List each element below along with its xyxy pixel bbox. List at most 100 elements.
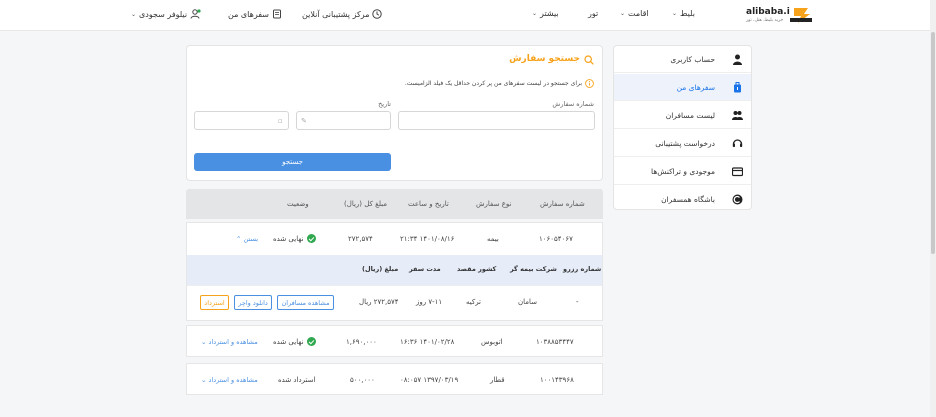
search-icon: [584, 55, 594, 65]
logo-mark-icon: [790, 6, 812, 24]
col-datetime: تاریخ و ساعت: [408, 200, 449, 208]
calendar-icon: ▫: [278, 117, 283, 125]
account-sidebar: حساب کاربری سفرهای من لیست مسافران درخوا…: [613, 45, 752, 210]
nav-ticket-label: بلیط: [680, 9, 695, 18]
order-datetime: ۱۴۰۱/۰۸/۱۶ ۲۱:۳۴: [400, 235, 455, 243]
top-header: alibaba.ir خرید بلیط، هتل، تور بلیط ⌄ اق…: [0, 0, 936, 31]
nav-tour-label: تور: [588, 9, 599, 18]
sidebar-item-account[interactable]: حساب کاربری: [614, 46, 751, 73]
sidebar-item-my-trips[interactable]: سفرهای من: [614, 74, 751, 101]
order-total: ۲۷۲,۵۷۴: [348, 235, 373, 243]
collapse-toggle[interactable]: بستن ⌃: [236, 235, 258, 243]
user-menu[interactable]: نیلوفر سجودی ⌄: [131, 9, 201, 19]
order-status: نهایی شده: [273, 337, 316, 346]
headset-icon: [732, 139, 743, 147]
order-total: ۱,۶۹۰,۰۰۰: [346, 338, 377, 346]
chevron-down-icon: ⌄: [532, 10, 538, 17]
sidebar-item-label: حساب کاربری: [670, 54, 715, 64]
sidebar-item-label: باشگاه همسفران: [661, 195, 715, 204]
order-status-label: نهایی شده: [273, 234, 304, 243]
sidebar-item-label: موجودی و تراکنش‌ها: [651, 166, 715, 176]
detail-amount: ۲۷۲,۵۷۴ ریال: [359, 298, 399, 306]
pencil-icon: ✎: [301, 117, 307, 125]
sidebar-item-passengers[interactable]: لیست مسافران: [614, 102, 751, 129]
detail-insurer: سامان: [518, 298, 538, 306]
search-title: جستجو سفارش: [509, 54, 580, 64]
insurance-detail-row: - سامان ترکیه ۷-۱۱ روز ۲۷۲,۵۷۴ ریال مشاه…: [187, 285, 602, 319]
date-to-input[interactable]: ✎: [296, 111, 391, 130]
sidebar-item-club[interactable]: باشگاه همسفران: [614, 186, 751, 213]
col-country: کشور مقصد: [457, 265, 497, 273]
support-label: مرکز پشتیبانی آنلاین: [302, 9, 370, 19]
order-number: ۱۰۰۱۴۳۹۶۸: [540, 376, 574, 384]
order-status: استرداد شده: [278, 376, 316, 384]
order-datetime: ۱۴۰۱/۰۲/۲۸ ۱۶:۳۶: [400, 338, 455, 346]
support-center-link[interactable]: مرکز پشتیبانی آنلاین: [302, 9, 383, 19]
order-number: ۱۰۳۸۸۵۳۴۴۷: [536, 338, 574, 346]
detail-ref: -: [576, 298, 579, 306]
order-type: قطار: [490, 376, 505, 384]
wallet-icon: [732, 167, 743, 177]
chevron-down-icon: ⌄: [620, 10, 626, 17]
order-number-input[interactable]: [398, 111, 595, 130]
logo-subtitle: خرید بلیط، هتل، تور: [746, 18, 784, 23]
user-name: نیلوفر سجودی: [139, 9, 188, 19]
sidebar-item-label: سفرهای من: [676, 82, 715, 92]
order-number-label: شماره سفارش: [552, 100, 594, 108]
nav-stay-label: اقامت: [628, 9, 649, 18]
orders-table-header: شماره سفارش نوع سفارش تاریخ و ساعت مبلغ …: [186, 189, 603, 219]
my-trips-link[interactable]: سفرهای من: [228, 9, 282, 19]
col-duration: مدت سفر: [409, 265, 441, 273]
col-status: وضعیت: [287, 200, 309, 208]
order-row: ۱۰۰۱۴۳۹۶۸ قطار ۱۳۹۷/۰۳/۱۹ ۰۸:۰۵۷ ۵۰۰,۰۰۰…: [186, 363, 603, 395]
support-clock-icon: [372, 9, 383, 19]
col-order-type: نوع سفارش: [476, 200, 512, 208]
club-icon: [732, 194, 743, 205]
nav-tour[interactable]: تور: [588, 9, 598, 18]
order-search-card: جستجو سفارش برای جستجو در لیست سفرهای من…: [186, 45, 603, 181]
download-voucher-button[interactable]: دانلود واچر: [234, 295, 272, 310]
sidebar-item-wallet[interactable]: موجودی و تراکنش‌ها: [614, 158, 751, 185]
date-label: تاریخ: [378, 100, 391, 108]
info-icon: [585, 79, 594, 88]
scrollbar-thumb[interactable]: [931, 32, 935, 254]
date-from-input[interactable]: ▫: [194, 111, 289, 130]
nav-ticket[interactable]: بلیط ⌄: [672, 9, 695, 18]
view-refund-label: مشاهده و استرداد: [208, 376, 258, 384]
user-icon: [733, 54, 742, 65]
receipt-icon: [273, 9, 281, 19]
chevron-up-icon: ⌃: [236, 235, 242, 243]
sidebar-item-support[interactable]: درخواست پشتیبانی: [614, 130, 751, 157]
order-status: نهایی شده: [273, 234, 316, 243]
chevron-down-icon: ⌄: [201, 376, 207, 384]
col-total: مبلغ کل (ریال): [344, 200, 387, 208]
my-trips-label: سفرهای من: [228, 9, 269, 19]
col-insurer: شرکت بیمه گر: [510, 265, 557, 273]
chevron-down-icon: ⌄: [201, 338, 207, 346]
nav-stay[interactable]: اقامت ⌄: [620, 9, 649, 18]
view-passengers-button[interactable]: مشاهده مسافران: [277, 295, 334, 310]
search-button[interactable]: جستجو: [194, 153, 391, 171]
detail-country: ترکیه: [466, 298, 482, 306]
detail-duration: ۷-۱۱ روز: [416, 298, 443, 306]
order-status-label: نهایی شده: [273, 337, 304, 346]
user-icon: [190, 9, 201, 19]
order-datetime: ۱۳۹۷/۰۳/۱۹ ۰۸:۰۵۷: [400, 376, 459, 384]
order-type: بیمه: [487, 235, 499, 243]
refund-button[interactable]: استرداد: [200, 295, 229, 310]
order-number: ۱۰۶۰۵۴۰۶۷: [539, 235, 573, 243]
insurance-detail-header: شماره رزرو شرکت بیمه گر کشور مقصد مدت سف…: [187, 255, 602, 285]
check-circle-icon: [306, 234, 316, 243]
suitcase-icon: [734, 82, 741, 93]
view-refund-link[interactable]: مشاهده و استرداد ⌄: [201, 376, 258, 384]
alibaba-logo[interactable]: alibaba.ir خرید بلیط، هتل، تور: [746, 5, 812, 27]
nav-more[interactable]: بیشتر ⌄: [532, 9, 559, 18]
order-row: ۱۰۳۸۸۵۳۴۴۷ اتوبوس ۱۴۰۱/۰۲/۲۸ ۱۶:۳۶ ۱,۶۹۰…: [186, 325, 603, 357]
logo-text: alibaba.ir: [746, 7, 795, 17]
col-order-number: شماره سفارش: [540, 200, 585, 208]
nav-more-label: بیشتر: [540, 9, 559, 18]
view-refund-label: مشاهده و استرداد: [208, 338, 258, 346]
users-icon: [732, 111, 743, 120]
view-refund-link[interactable]: مشاهده و استرداد ⌄: [201, 338, 258, 346]
check-circle-icon: [306, 337, 316, 346]
